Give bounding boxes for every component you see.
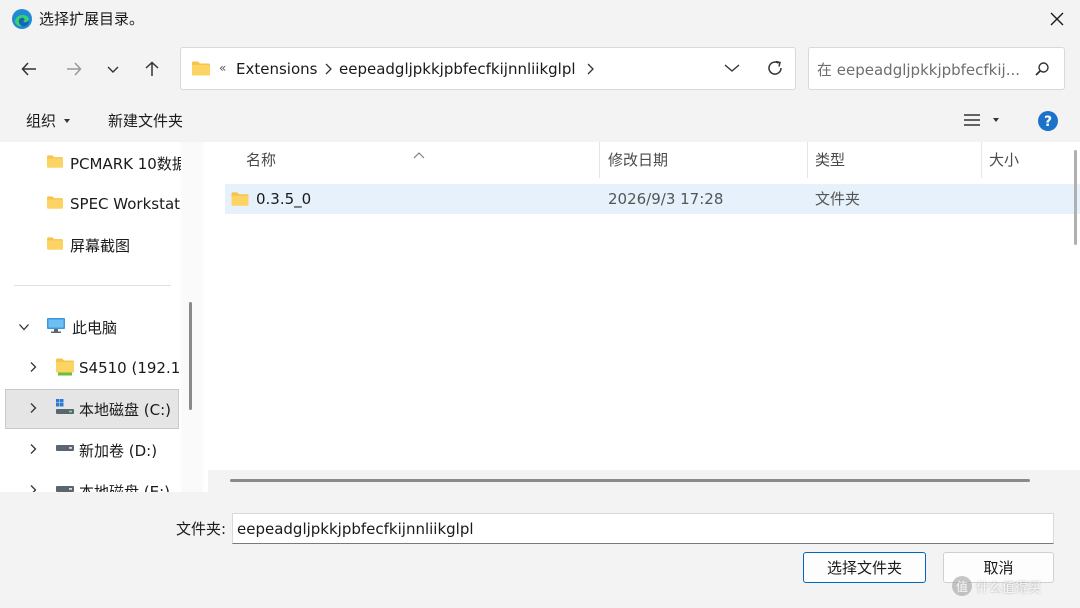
refresh-icon [768, 60, 782, 75]
column-header-date[interactable]: 修改日期 [608, 142, 668, 178]
nav-item-label: 新加卷 (D:) [79, 441, 158, 460]
nav-item-pcmark[interactable]: PCMARK 10数据 [46, 144, 181, 182]
svg-text:?: ? [1044, 114, 1052, 130]
vertical-scrollbar[interactable] [1074, 150, 1077, 245]
breadcrumb-current-folder[interactable]: eepeadgljpkkjpbfecfkijnnliikglpl [339, 59, 576, 79]
scrollbar-thumb[interactable] [189, 302, 192, 410]
breadcrumb-extensions[interactable]: Extensions [236, 59, 317, 79]
column-divider[interactable] [807, 142, 808, 178]
forward-button[interactable] [59, 54, 89, 84]
chevron-down-icon [107, 66, 119, 73]
watermark-logo-icon: 值 [952, 576, 972, 596]
chevron-down-icon [724, 64, 740, 72]
drive-icon [55, 439, 75, 461]
nav-divider [14, 285, 171, 286]
nav-item-spec[interactable]: SPEC Workstati [46, 185, 181, 223]
nav-pane-scrollbar[interactable] [181, 142, 203, 492]
table-row[interactable]: 0.3.5_0 2026/9/3 17:28 文件夹 [225, 184, 1080, 214]
title-bar [0, 0, 1080, 38]
nav-item-drive-c[interactable]: 本地磁盘 (C:) [28, 390, 171, 428]
chevron-right-icon[interactable] [585, 61, 595, 80]
nav-item-label: 本地磁盘 (C:) [79, 400, 171, 419]
edge-app-icon [11, 8, 33, 30]
folder-icon [191, 60, 211, 81]
navigation-pane[interactable]: PCMARK 10数据 SPEC Workstati 屏幕截图 此电脑 S451… [0, 142, 181, 492]
watermark: 值 什么值得买 [952, 576, 1041, 596]
organize-menu[interactable]: 组织 [26, 111, 72, 131]
column-divider[interactable] [599, 142, 600, 178]
recent-locations-button[interactable] [98, 54, 128, 84]
arrow-up-icon [145, 61, 159, 76]
scrollbar-thumb[interactable] [230, 479, 1030, 482]
close-icon [1050, 12, 1064, 26]
network-folder-icon [55, 357, 75, 380]
up-button[interactable] [137, 54, 167, 84]
chevron-right-icon[interactable] [28, 359, 38, 377]
folder-field-label: 文件夹: [176, 520, 227, 538]
chevron-right-icon[interactable] [28, 482, 38, 492]
computer-icon [46, 317, 66, 338]
search-box[interactable]: 在 eepeadgljpkkjpbfecfkij... [808, 47, 1065, 90]
chevron-right-icon[interactable] [28, 441, 38, 459]
file-date: 2026/9/3 17:28 [608, 190, 724, 208]
chevron-right-icon[interactable] [28, 400, 38, 418]
chevron-right-icon[interactable] [323, 61, 333, 80]
search-input[interactable]: 在 eepeadgljpkkjpbfecfkij... [817, 59, 1020, 80]
nav-item-label: SPEC Workstati [70, 195, 181, 213]
column-header-name[interactable]: 名称 [246, 142, 276, 178]
nav-item-screenshots[interactable]: 屏幕截图 [46, 226, 130, 264]
nav-item-this-pc[interactable]: 此电脑 [18, 308, 117, 346]
sort-ascending-icon [413, 144, 425, 163]
drive-icon [55, 480, 75, 492]
folder-icon [46, 195, 64, 214]
column-header-type[interactable]: 类型 [815, 142, 845, 178]
folder-icon [46, 236, 64, 255]
refresh-button[interactable] [765, 58, 785, 82]
folder-name-input[interactable] [232, 513, 1054, 544]
chevron-down-icon[interactable] [18, 318, 30, 336]
address-bar[interactable]: « Extensions eepeadgljpkkjpbfecfkijnnlii… [180, 47, 796, 90]
nav-item-label: 本地磁盘 (E:) [79, 482, 171, 493]
breadcrumb-overflow[interactable]: « [219, 58, 226, 78]
back-button[interactable] [14, 54, 44, 84]
nav-item-drive-e[interactable]: 本地磁盘 (E:) [28, 472, 170, 492]
nav-item-drive-d[interactable]: 新加卷 (D:) [28, 431, 157, 469]
arrow-right-icon [67, 62, 82, 76]
search-icon [1034, 61, 1050, 81]
nav-item-label: S4510 (192.168 [79, 359, 181, 377]
column-header-size[interactable]: 大小 [989, 142, 1019, 178]
address-history-dropdown[interactable] [723, 60, 741, 80]
file-list[interactable]: 名称 修改日期 类型 大小 0.3.5_0 2026/9/3 17:28 文件夹 [203, 142, 1080, 492]
folder-icon [230, 191, 250, 211]
new-folder-button[interactable]: 新建文件夹 [108, 111, 183, 131]
windows-drive-icon [55, 398, 75, 420]
nav-item-label: 屏幕截图 [70, 236, 131, 255]
folder-icon [46, 154, 64, 173]
file-type: 文件夹 [815, 190, 861, 208]
caret-down-icon [993, 118, 999, 122]
help-button[interactable]: ? [1037, 110, 1059, 136]
nav-item-drive-s4510[interactable]: S4510 (192.168 [28, 349, 181, 387]
file-name: 0.3.5_0 [256, 190, 312, 208]
help-icon: ? [1038, 111, 1058, 131]
view-options-button[interactable] [963, 112, 1001, 128]
close-button[interactable] [1040, 4, 1074, 34]
caret-down-icon [64, 119, 71, 123]
nav-item-label: PCMARK 10数据 [70, 154, 181, 173]
list-view-icon [964, 114, 980, 126]
column-divider[interactable] [981, 142, 982, 178]
arrow-left-icon [21, 62, 36, 76]
window-title: 选择扩展目录。 [39, 10, 145, 28]
organize-label: 组织 [26, 112, 57, 130]
nav-item-label: 此电脑 [72, 318, 118, 337]
watermark-text: 什么值得买 [976, 580, 1042, 596]
horizontal-scrollbar[interactable] [208, 470, 1080, 492]
select-folder-button[interactable]: 选择文件夹 [803, 552, 926, 583]
